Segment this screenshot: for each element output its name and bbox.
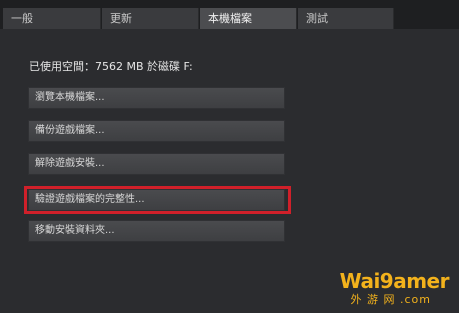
move-install-folder-button[interactable]: 移動安裝資料夾...: [28, 220, 285, 242]
watermark-sub-text: 外 游 网 .com: [350, 293, 431, 306]
tab-updates[interactable]: 更新: [102, 8, 199, 29]
uninstall-game-button[interactable]: 解除遊戲安裝...: [28, 153, 285, 175]
browse-local-files-button[interactable]: 瀏覽本機檔案...: [28, 87, 285, 109]
watermark-main-text: Wai9amer: [339, 269, 450, 293]
tab-betas[interactable]: 測試: [298, 8, 394, 29]
tab-general[interactable]: 一般: [3, 8, 101, 29]
disk-usage-text: 已使用空間：7562 MB 於磁碟 F:: [29, 60, 193, 73]
backup-game-files-button[interactable]: 備份遊戲檔案...: [28, 120, 285, 142]
tab-local-files[interactable]: 本機檔案: [200, 8, 297, 29]
watermark-logo: Wai9amer 外 游 网 .com: [329, 267, 450, 307]
game-properties-window: 一般 更新 本機檔案 測試 已使用空間：7562 MB 於磁碟 F: 瀏覽本機檔…: [0, 0, 459, 313]
verify-highlight-box: [24, 186, 291, 214]
tab-bar: 一般 更新 本機檔案 測試: [0, 0, 459, 29]
